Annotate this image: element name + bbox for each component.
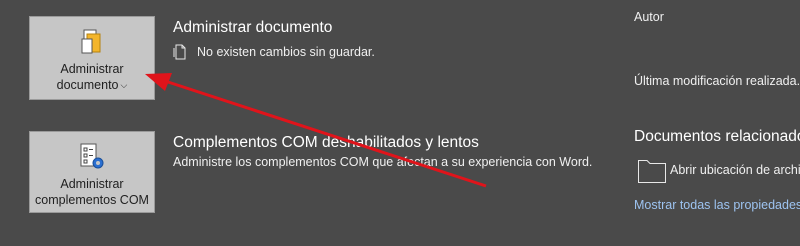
folder-icon [637, 156, 667, 189]
document-status-icon [173, 44, 187, 65]
unsaved-changes-status: No existen cambios sin guardar. [197, 45, 375, 59]
open-file-location-label: Abrir ubicación de archivo [670, 163, 800, 177]
manage-document-label-line2: documento [56, 78, 119, 92]
show-all-properties-link[interactable]: Mostrar todas las propiedades [634, 198, 800, 212]
com-addins-description: Administre los complementos COM que afec… [173, 155, 593, 169]
com-addins-label-line1: Administrar [60, 177, 124, 191]
manage-document-label-line1: Administrar [60, 62, 124, 76]
com-addins-label-line2: complementos COM [35, 193, 149, 207]
manage-document-button[interactable]: Administrar documento ⌵ [29, 16, 155, 100]
last-modified-label: Última modificación realizada... [634, 74, 800, 88]
com-addins-settings-icon [78, 142, 106, 176]
chevron-down-icon: ⌵ [120, 80, 128, 90]
related-documents-title: Documentos relacionados [634, 128, 800, 145]
com-addins-title: Complementos COM deshabilitados y lentos [173, 134, 479, 151]
manage-com-addins-button[interactable]: Administrar complementos COM [29, 131, 155, 213]
manage-document-title: Administrar documento [173, 19, 333, 36]
author-label: Autor [634, 10, 664, 24]
document-manage-icon [80, 29, 104, 61]
